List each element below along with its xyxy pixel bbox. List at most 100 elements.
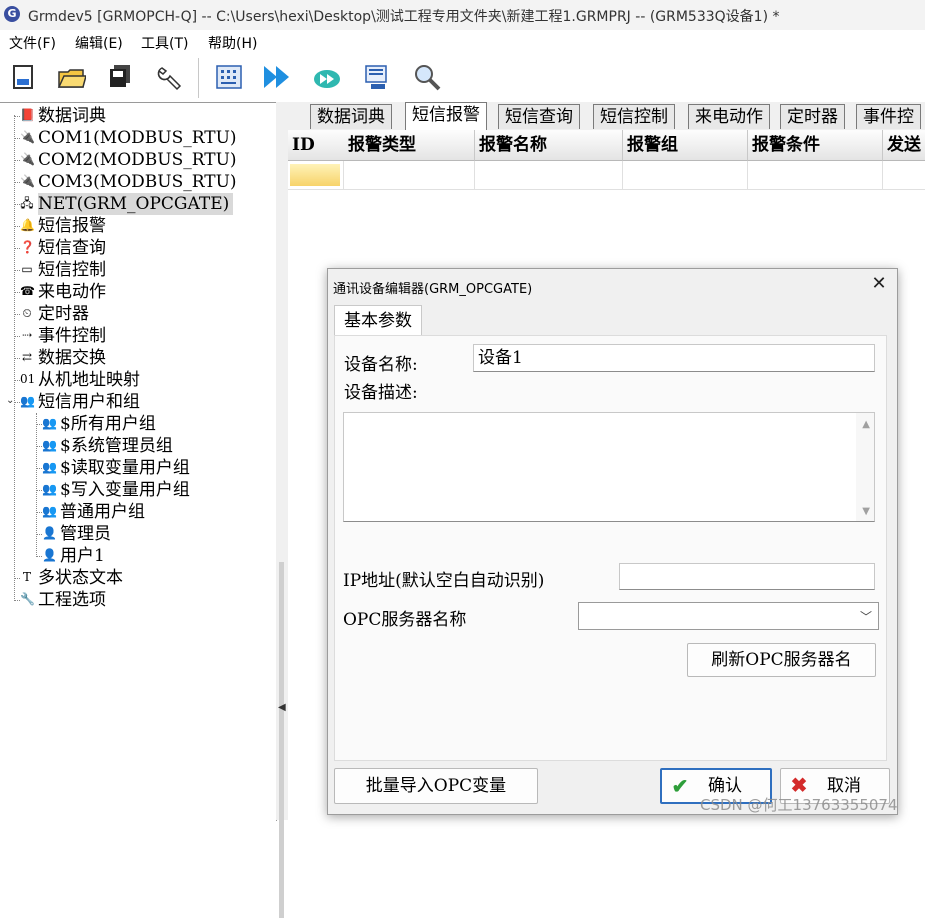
wrench-icon: 🔧 bbox=[20, 592, 35, 606]
grid-cell[interactable] bbox=[344, 161, 475, 190]
phone-icon: ☎ bbox=[20, 284, 35, 298]
project-tree: 📕 数据词典 🔌 COM1(MODBUS_RTU) 🔌 COM2(MODBUS_RTU) 🔌… bbox=[0, 102, 277, 821]
open-folder-icon[interactable] bbox=[56, 62, 87, 92]
title-bar: G Grmdev5 [GRMOPCH-Q] -- C:\Users\hexi\D… bbox=[0, 0, 925, 30]
new-project-icon[interactable] bbox=[8, 62, 38, 92]
download-icon[interactable] bbox=[262, 62, 292, 92]
tree-item-label: 短信用户和组 bbox=[38, 392, 140, 412]
device-name-field[interactable]: 设备1 bbox=[473, 344, 875, 372]
grid-header-send[interactable]: 发送 bbox=[883, 130, 925, 161]
tree-item-label: 管理员 bbox=[60, 524, 111, 544]
chevron-down-icon[interactable]: ﹀ bbox=[860, 608, 872, 625]
menu-file[interactable]: 文件(F) bbox=[9, 33, 56, 53]
tree-connector bbox=[36, 534, 42, 535]
monitor-icon[interactable] bbox=[362, 62, 392, 92]
grid-header-alarm-condition[interactable]: 报警条件 bbox=[748, 130, 883, 161]
row-selection-highlight bbox=[290, 164, 340, 186]
tree-item-label: 短信报警 bbox=[38, 216, 106, 236]
expand-chevron-icon[interactable]: ⌄ bbox=[6, 395, 14, 406]
tree-connector bbox=[14, 600, 20, 601]
refresh-opc-button[interactable]: 刷新OPC服务器名 bbox=[687, 643, 876, 677]
device-desc-field[interactable]: ▲ ▼ bbox=[343, 412, 875, 522]
wrench-icon[interactable] bbox=[154, 62, 184, 92]
tree-item-label: 从机地址映射 bbox=[38, 370, 140, 390]
ip-label: IP地址(默认空白自动识别) bbox=[343, 571, 545, 591]
tree-connector bbox=[14, 160, 20, 161]
tab-strip: 数据词典 短信报警 短信查询 短信控制 来电动作 定时器 事件控 bbox=[288, 102, 925, 131]
tree-item-label: $读取变量用户组 bbox=[60, 458, 190, 478]
tree-connector bbox=[14, 358, 20, 359]
tree-connector bbox=[36, 424, 42, 425]
tree-connector bbox=[14, 314, 20, 315]
close-icon[interactable]: ✕ bbox=[868, 273, 890, 295]
tree-item-label: COM1(MODBUS_RTU) bbox=[38, 128, 237, 148]
tree-item-label: 短信查询 bbox=[38, 238, 106, 258]
tree-item-label: 普通用户组 bbox=[60, 502, 145, 522]
tree-connector bbox=[14, 204, 20, 205]
tree-connector bbox=[36, 556, 42, 557]
tree-connector bbox=[14, 270, 20, 271]
tab-item[interactable]: 定时器 bbox=[780, 104, 845, 129]
device-name-label: 设备名称: bbox=[344, 355, 418, 375]
grid-header-alarm-group[interactable]: 报警组 bbox=[623, 130, 748, 161]
tab-item[interactable]: 短信查询 bbox=[498, 104, 580, 129]
grid-cell[interactable] bbox=[883, 161, 925, 190]
grid-cell[interactable] bbox=[623, 161, 748, 190]
grid-cell[interactable] bbox=[475, 161, 623, 190]
collapse-arrow-icon[interactable]: ◀ bbox=[278, 702, 286, 713]
text-icon: T bbox=[22, 570, 31, 584]
cancel-x-icon: ✖ bbox=[790, 773, 808, 797]
tree-item-label: 数据词典 bbox=[38, 106, 106, 126]
exchange-icon: ⇄ bbox=[21, 350, 33, 364]
import-opc-button[interactable]: 批量导入OPC变量 bbox=[334, 768, 538, 804]
tree-item-label: $所有用户组 bbox=[60, 414, 156, 434]
tab-item[interactable]: 数据词典 bbox=[310, 104, 392, 129]
menu-tools[interactable]: 工具(T) bbox=[141, 33, 188, 53]
opc-server-select[interactable]: ﹀ bbox=[578, 602, 879, 630]
grid-header-alarm-name[interactable]: 报警名称 bbox=[475, 130, 623, 161]
search-icon[interactable] bbox=[412, 62, 442, 92]
scroll-up-icon[interactable]: ▲ bbox=[862, 419, 870, 430]
compile-icon[interactable] bbox=[214, 62, 244, 92]
tree-connector bbox=[14, 380, 20, 381]
save-all-icon[interactable] bbox=[104, 62, 134, 92]
tab-item[interactable]: 短信报警 bbox=[405, 102, 487, 131]
plug-icon: 🔌 bbox=[20, 152, 35, 166]
tree-connector bbox=[14, 138, 20, 139]
tab-item[interactable]: 事件控 bbox=[856, 104, 921, 129]
splitter-scrollbar[interactable] bbox=[279, 562, 284, 918]
tree-item-label: $写入变量用户组 bbox=[60, 480, 190, 500]
tree-item-label: 事件控制 bbox=[38, 326, 106, 346]
device-editor-dialog: 通讯设备编辑器(GRM_OPCGATE) ✕ 基本参数 设备名称: 设备1 设备… bbox=[327, 268, 898, 815]
menu-edit[interactable]: 编辑(E) bbox=[75, 33, 123, 53]
splitter[interactable]: ◀ bbox=[276, 102, 288, 918]
group-icon: 👥 bbox=[42, 416, 57, 430]
tab-item[interactable]: 来电动作 bbox=[688, 104, 770, 129]
event-icon: ⇢ bbox=[21, 328, 33, 342]
scroll-down-icon[interactable]: ▼ bbox=[862, 506, 870, 517]
cloud-download-icon[interactable] bbox=[312, 62, 342, 92]
tab-basic-params[interactable]: 基本参数 bbox=[334, 305, 422, 336]
grid-header-alarm-type[interactable]: 报警类型 bbox=[344, 130, 475, 161]
grid-cell[interactable] bbox=[748, 161, 883, 190]
query-icon: ❓ bbox=[20, 240, 35, 254]
tree-item-label: COM3(MODBUS_RTU) bbox=[38, 172, 237, 192]
grid-header-id[interactable]: ID bbox=[288, 130, 345, 161]
user-icon: 👤 bbox=[42, 548, 57, 562]
tab-item[interactable]: 短信控制 bbox=[593, 104, 675, 129]
tree-item-label: 多状态文本 bbox=[38, 568, 123, 588]
group-icon: 👥 bbox=[20, 394, 35, 408]
tree-item-label: NET(GRM_OPCGATE) bbox=[38, 193, 234, 215]
tree-connector bbox=[36, 468, 42, 469]
tree-item-label: 来电动作 bbox=[38, 282, 106, 302]
alarm-grid: ID 报警类型 报警名称 报警组 报警条件 发送 bbox=[288, 130, 925, 190]
plug-icon: 🔌 bbox=[20, 130, 35, 144]
grid-cell-selected[interactable] bbox=[288, 161, 344, 190]
plug-icon: 🔌 bbox=[20, 174, 35, 188]
tree-connector bbox=[14, 336, 20, 337]
ip-field[interactable] bbox=[619, 563, 875, 590]
ok-button-label: 确认 bbox=[708, 776, 742, 796]
check-icon: ✔ bbox=[671, 774, 689, 798]
menu-help[interactable]: 帮助(H) bbox=[208, 33, 257, 53]
tree-connector bbox=[36, 512, 42, 513]
